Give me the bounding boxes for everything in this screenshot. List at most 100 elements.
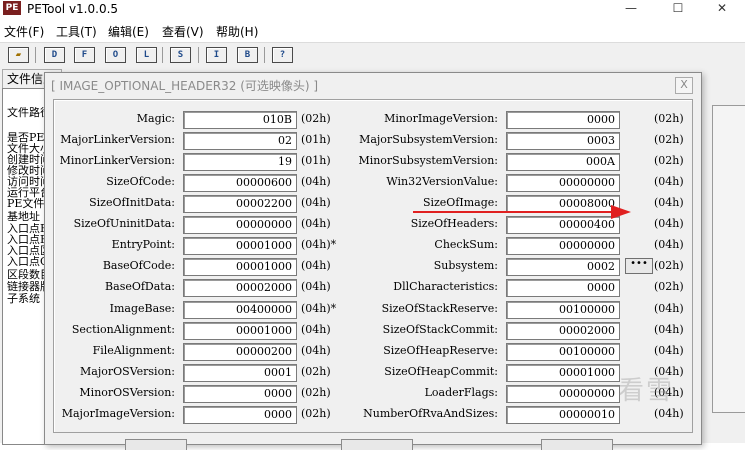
field-value-input[interactable]: 00000000 xyxy=(506,385,620,403)
field-size: (04h) xyxy=(654,175,684,188)
field-value-input[interactable]: 00001000 xyxy=(183,237,297,255)
field-value-input[interactable]: 00000000 xyxy=(183,216,297,234)
field-label: MinorSubsystemVersion: xyxy=(358,154,498,167)
field-value-input[interactable]: 0000 xyxy=(183,385,297,403)
field-size: (04h) xyxy=(654,196,684,209)
toolbar-button-s[interactable]: S xyxy=(170,47,191,63)
field-value-input[interactable]: 00002200 xyxy=(183,195,297,213)
field-label: MajorSubsystemVersion: xyxy=(359,133,498,146)
field-size: (04h) xyxy=(654,323,684,336)
field-label: SizeOfInitData: xyxy=(89,196,175,209)
field-value-input[interactable]: 00000010 xyxy=(506,406,620,424)
toolbar-separator xyxy=(162,47,163,63)
close-button[interactable]: ✕ xyxy=(699,0,745,18)
field-size: (04h) xyxy=(654,217,684,230)
subsystem-browse-button[interactable]: ••• xyxy=(625,258,653,274)
field-value-input[interactable]: 00100000 xyxy=(506,343,620,361)
window-title: PETool v1.0.0.5 xyxy=(27,2,119,16)
field-value-input[interactable]: 00400000 xyxy=(183,301,297,319)
field-size: (04h) xyxy=(301,196,331,209)
field-size: (04h) xyxy=(654,238,684,251)
field-value-input[interactable]: 0003 xyxy=(506,132,620,150)
menu-view[interactable]: 查看(V) xyxy=(162,23,204,40)
toolbar-separator xyxy=(198,47,199,63)
field-label: CheckSum: xyxy=(434,238,498,251)
field-label: MajorImageVersion: xyxy=(61,407,175,420)
open-folder-icon[interactable]: ▰ xyxy=(8,47,29,63)
field-label: SizeOfHeapCommit: xyxy=(384,365,498,378)
field-size: (04h) xyxy=(654,407,684,420)
field-label: ImageBase: xyxy=(109,302,175,315)
app-icon: PE xyxy=(3,1,21,15)
field-value-input[interactable]: 02 xyxy=(183,132,297,150)
annotation-arrow xyxy=(413,205,631,219)
field-size: (04h) xyxy=(301,217,331,230)
field-label: BaseOfCode: xyxy=(102,259,175,272)
field-size: (02h) xyxy=(654,133,684,146)
field-label: MinorOSVersion: xyxy=(79,386,175,399)
field-label: LoaderFlags: xyxy=(424,386,498,399)
field-label: FileAlignment: xyxy=(92,344,175,357)
field-label: Subsystem: xyxy=(433,259,498,272)
dialog-bottom-button[interactable] xyxy=(341,439,413,450)
field-size: (02h) xyxy=(654,259,684,272)
minimize-button[interactable]: — xyxy=(608,0,654,18)
field-label: BaseOfData: xyxy=(105,280,175,293)
maximize-button[interactable]: ☐ xyxy=(655,0,701,18)
menu-tools[interactable]: 工具(T) xyxy=(56,23,97,40)
title-bar: PE PETool v1.0.0.5 — ☐ ✕ xyxy=(0,0,745,20)
field-value-input[interactable]: 0000 xyxy=(506,111,620,129)
menu-edit[interactable]: 编辑(E) xyxy=(108,23,149,40)
field-value-input[interactable]: 00002000 xyxy=(506,322,620,340)
field-value-input[interactable]: 00002000 xyxy=(183,279,297,297)
field-label: SizeOfUninitData: xyxy=(73,217,175,230)
field-label: SectionAlignment: xyxy=(71,323,175,336)
field-size: (02h) xyxy=(654,112,684,125)
toolbar-button-b[interactable]: B xyxy=(237,47,258,63)
field-value-input[interactable]: 00000600 xyxy=(183,174,297,192)
field-label: Win32VersionValue: xyxy=(386,175,498,188)
field-label: SizeOfStackReserve: xyxy=(381,302,498,315)
field-value-input[interactable]: 00001000 xyxy=(183,258,297,276)
menu-help[interactable]: 帮助(H) xyxy=(216,23,258,40)
field-label: NumberOfRvaAndSizes: xyxy=(363,407,498,420)
field-value-input[interactable]: 19 xyxy=(183,153,297,171)
field-value-input[interactable]: 00001000 xyxy=(183,322,297,340)
field-size: (01h) xyxy=(301,154,331,167)
field-value-input[interactable]: 0002 xyxy=(506,258,620,276)
optional-header-dialog: [ IMAGE_OPTIONAL_HEADER32 (可选映像头) ] X Ma… xyxy=(44,72,702,450)
toolbar-button-l[interactable]: L xyxy=(136,47,157,63)
field-label: MajorOSVersion: xyxy=(80,365,175,378)
menu-file[interactable]: 文件(F) xyxy=(4,23,44,40)
toolbar-button-o[interactable]: O xyxy=(105,47,126,63)
dialog-close-button[interactable]: X xyxy=(675,77,693,94)
field-value-input[interactable]: 000A xyxy=(506,153,620,171)
field-value-input[interactable]: 00100000 xyxy=(506,301,620,319)
field-label: MajorLinkerVersion: xyxy=(60,133,175,146)
field-value-input[interactable]: 0000 xyxy=(183,406,297,424)
field-size: (04h) xyxy=(301,280,331,293)
field-value-input[interactable]: 0001 xyxy=(183,364,297,382)
field-size: (02h) xyxy=(301,386,331,399)
field-label: DllCharacteristics: xyxy=(393,280,498,293)
field-label: SizeOfStackCommit: xyxy=(382,323,498,336)
toolbar-button-i[interactable]: I xyxy=(206,47,227,63)
field-label: EntryPoint: xyxy=(111,238,175,251)
dialog-bottom-button[interactable] xyxy=(541,439,613,450)
toolbar-button-f[interactable]: F xyxy=(74,47,95,63)
field-size: (02h) xyxy=(654,280,684,293)
field-value-input[interactable]: 00000000 xyxy=(506,237,620,255)
field-label: Magic: xyxy=(136,112,175,125)
field-value-input[interactable]: 0000 xyxy=(506,279,620,297)
dialog-bottom-button[interactable] xyxy=(125,439,187,450)
field-size: (04h) xyxy=(301,323,331,336)
field-value-input[interactable]: 00000000 xyxy=(506,174,620,192)
field-value-input[interactable]: 00001000 xyxy=(506,364,620,382)
field-value-input[interactable]: 010B xyxy=(183,111,297,129)
field-size: (02h) xyxy=(301,365,331,378)
toolbar-button-d[interactable]: D xyxy=(44,47,65,63)
field-value-input[interactable]: 00000200 xyxy=(183,343,297,361)
help-button[interactable]: ? xyxy=(272,47,293,63)
field-label: SizeOfHeapReserve: xyxy=(383,344,498,357)
field-label: MinorImageVersion: xyxy=(384,112,498,125)
